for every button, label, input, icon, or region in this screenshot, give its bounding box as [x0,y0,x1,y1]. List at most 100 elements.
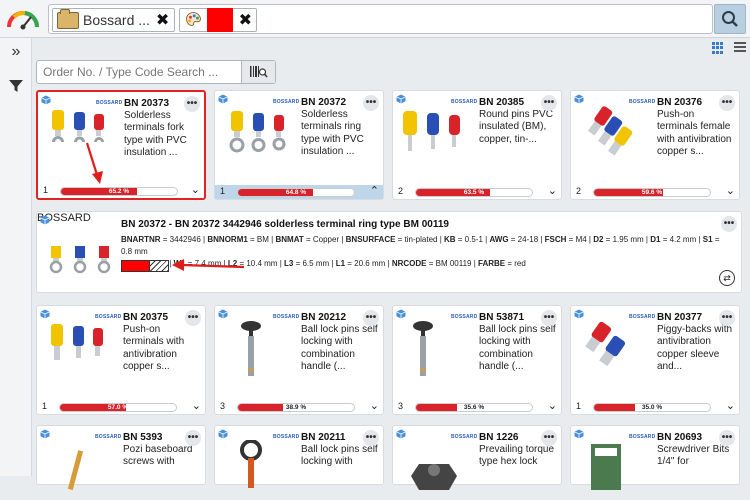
product-card[interactable]: BOSSARD BN 20211 Ball lock pins self loc… [214,425,384,488]
attribute-value: = tin-plated [395,235,438,244]
detail-attributes: BNARTNR = 3442946 | BNNORM1 = BM | BNMAT… [121,234,721,270]
chevron-down-icon[interactable]: ⌄ [726,400,735,413]
attribute-key: L1 [335,259,346,268]
chevron-down-icon[interactable]: ⌄ [548,400,557,413]
variant-count: 1 [576,401,582,411]
product-card[interactable]: BOSSARD BN 20385 Round pins PVC insulate… [392,90,562,200]
product-image [591,444,621,490]
funnel-icon[interactable] [6,76,26,96]
3d-cube-icon [574,94,584,104]
order-number-search-input[interactable] [43,64,238,80]
variant-count: 1 [43,185,49,195]
product-card[interactable]: BOSSARD BN 20373 Solderless terminals fo… [36,90,206,200]
product-code: BN 20385 [479,97,525,108]
more-options-button[interactable]: ••• [721,216,737,232]
match-score-bar: 57.0 % [59,403,177,412]
product-card[interactable]: BOSSARD BN 20375 Push-on terminals with … [36,305,206,415]
chevron-down-icon[interactable]: ⌄ [191,184,200,197]
3d-cube-icon [396,94,406,104]
attribute-key: BNSURFACE [345,235,396,244]
search-button[interactable] [714,4,746,34]
chevron-down-icon[interactable]: ⌄ [548,185,557,198]
3d-cube-icon [396,309,406,319]
chevron-up-icon[interactable]: ⌃ [370,185,379,198]
attribute-value: = 3442946 [160,235,201,244]
variant-count: 2 [576,186,582,196]
grid-view-icon[interactable] [712,42,724,54]
product-card[interactable]: BOSSARD BN 20693 Screwdriver Bits 1/4" f… [570,425,740,490]
product-card[interactable]: BOSSARD BN 20377 Piggy-backs with antivi… [570,305,740,415]
more-options-button[interactable]: ••• [541,310,557,326]
3d-cube-icon [574,429,584,439]
card-footer: 3 35.6 % ⌄ [393,400,561,414]
product-card[interactable]: BOSSARD BN 1226 Prevailing torque type h… [392,425,562,490]
attribute-value: = 6.5 mm [293,259,330,268]
product-image [240,440,262,488]
variant-count: 1 [42,401,48,411]
more-options-button[interactable]: ••• [719,430,735,446]
attribute-value: = Copper [303,235,340,244]
search-query-box[interactable]: Bossard ... ✖ ✖ [48,4,713,34]
attribute-value: = 7.4 mm [185,259,222,268]
compare-icon[interactable]: ⇄ [719,270,735,286]
attribute-line-1: BNARTNR = 3442946 | BNNORM1 = BM | BNMAT… [121,235,720,256]
3d-cube-icon [218,429,228,439]
more-options-button[interactable]: ••• [719,310,735,326]
product-card[interactable]: BOSSARD BN 20212 Ball lock pins self loc… [214,305,384,415]
barcode-scan-button[interactable] [241,61,275,83]
attribute-value: = 10.4 mm [237,259,278,268]
product-card[interactable]: BOSSARD BN 20376 Push-on terminals femal… [570,90,740,200]
match-score-label: 38.9 % [285,404,307,411]
product-description: Piggy-backs with antivibration copper sl… [657,324,733,372]
product-code: BN 53871 [479,312,525,323]
more-options-button[interactable]: ••• [541,430,557,446]
more-options-button[interactable]: ••• [184,96,200,112]
double-chevron-right-icon[interactable]: » [6,42,26,62]
attribute-key: FARBE [478,259,506,268]
remove-folder-filter-icon[interactable]: ✖ [156,10,169,30]
product-image [67,450,84,491]
product-card[interactable]: BOSSARD BN 5393 Pozi baseboard screws wi… [36,425,206,491]
attribute-key: BNMAT [275,235,304,244]
attribute-value: = 0.5-1 [455,235,483,244]
list-view-icon[interactable] [734,42,746,54]
card-footer: 1 65.2 % ⌄ [38,184,204,198]
product-card[interactable]: BOSSARD BN 20372 Solderless terminals ri… [214,90,384,200]
match-score-label: 65.2 % [108,188,130,195]
more-options-button[interactable]: ••• [719,95,735,111]
match-score-bar: 59.6 % [593,188,711,197]
search-icon [722,11,738,27]
remove-color-filter-icon[interactable]: ✖ [239,10,252,30]
attribute-value: = 24-18 [508,235,539,244]
more-options-button[interactable]: ••• [185,430,201,446]
product-description: Pozi baseboard screws with [123,444,193,468]
order-number-search [36,60,276,84]
chevron-down-icon[interactable]: ⌄ [726,185,735,198]
product-code: BN 20375 [123,312,169,323]
product-description: Push-on terminals female with antivibrat… [657,109,732,157]
product-image [587,106,633,156]
more-options-button[interactable]: ••• [363,430,379,446]
product-code: BN 20693 [657,432,703,443]
more-options-button[interactable]: ••• [185,310,201,326]
more-options-button[interactable]: ••• [541,95,557,111]
more-options-button[interactable]: ••• [363,310,379,326]
product-description: Solderless terminals fork type with PVC … [124,110,187,158]
attribute-value: = 20.6 mm [345,259,386,268]
product-detail-panel: BOSSARD BN 20372 - BN 20372 3442946 sold… [36,211,742,293]
chevron-down-icon[interactable]: ⌄ [192,400,201,413]
product-image [241,321,261,376]
attribute-key: KB [444,235,456,244]
top-toolbar: Bossard ... ✖ ✖ [0,0,750,38]
match-score-label: 35.6 % [463,404,485,411]
variant-count: 3 [220,401,226,411]
color-filter-chip[interactable]: ✖ [179,8,257,32]
folder-filter-chip[interactable]: Bossard ... ✖ [52,8,175,32]
chevron-down-icon[interactable]: ⌄ [370,400,379,413]
match-score-label: 63.5 % [463,189,485,196]
more-options-button[interactable]: ••• [363,95,379,111]
product-image [585,321,626,367]
detail-title: BN 20372 - BN 20372 3442946 solderless t… [121,219,449,230]
product-code: BN 20377 [657,312,703,323]
product-card[interactable]: BOSSARD BN 53871 Ball lock pins self loc… [392,305,562,415]
